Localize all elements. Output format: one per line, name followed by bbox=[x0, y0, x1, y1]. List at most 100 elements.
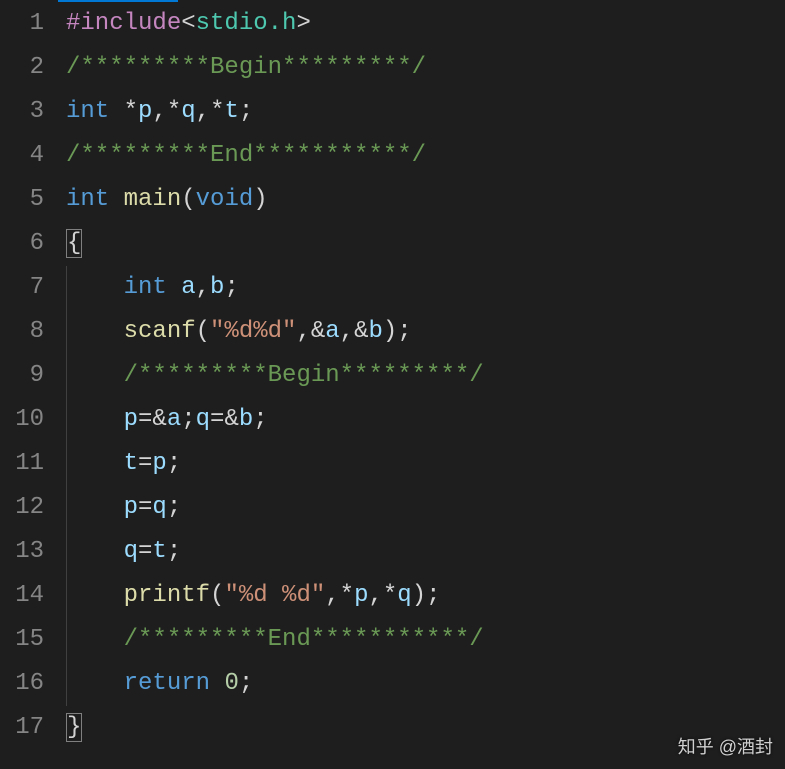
token: & bbox=[311, 318, 325, 345]
line-number: 6 bbox=[0, 222, 66, 266]
token: { bbox=[66, 229, 82, 258]
token: ; bbox=[239, 98, 253, 125]
token: , bbox=[325, 582, 339, 609]
token: /*********Begin*********/ bbox=[124, 362, 484, 389]
token: * bbox=[383, 582, 397, 609]
line-number: 1 bbox=[0, 2, 66, 46]
line-number: 9 bbox=[0, 354, 66, 398]
token: ; bbox=[167, 538, 181, 565]
indent bbox=[66, 274, 124, 301]
code-line[interactable]: 5int main(void) bbox=[0, 178, 785, 222]
indent-guide bbox=[66, 662, 67, 706]
code-line[interactable]: 7 int a,b; bbox=[0, 266, 785, 310]
code-line[interactable]: 9 /*********Begin*********/ bbox=[0, 354, 785, 398]
token: /*********End***********/ bbox=[66, 142, 426, 169]
code-editor[interactable]: 1#include<stdio.h>2/*********Begin******… bbox=[0, 2, 785, 750]
line-number: 16 bbox=[0, 662, 66, 706]
indent-guide bbox=[66, 310, 67, 354]
code-line[interactable]: 17} bbox=[0, 706, 785, 750]
token: ) bbox=[253, 186, 267, 213]
token: /*********End***********/ bbox=[124, 626, 484, 653]
code-line[interactable]: 10 p=&a;q=&b; bbox=[0, 398, 785, 442]
code-content[interactable]: p=q; bbox=[66, 486, 785, 530]
code-line[interactable]: 15 /*********End***********/ bbox=[0, 618, 785, 662]
token: p bbox=[138, 98, 152, 125]
code-line[interactable]: 2/*********Begin*********/ bbox=[0, 46, 785, 90]
code-content[interactable]: #include<stdio.h> bbox=[66, 2, 785, 46]
token: q bbox=[181, 98, 195, 125]
indent bbox=[66, 450, 124, 477]
token: * bbox=[210, 98, 224, 125]
token: t bbox=[124, 450, 138, 477]
token: & bbox=[354, 318, 368, 345]
indent bbox=[66, 362, 124, 389]
code-content[interactable]: scanf("%d%d",&a,&b); bbox=[66, 310, 785, 354]
code-line[interactable]: 1#include<stdio.h> bbox=[0, 2, 785, 46]
code-content[interactable]: int *p,*q,*t; bbox=[66, 90, 785, 134]
code-line[interactable]: 11 t=p; bbox=[0, 442, 785, 486]
code-line[interactable]: 3int *p,*q,*t; bbox=[0, 90, 785, 134]
token: , bbox=[196, 274, 210, 301]
code-content[interactable]: printf("%d %d",*p,*q); bbox=[66, 574, 785, 618]
code-content[interactable]: return 0; bbox=[66, 662, 785, 706]
code-content[interactable]: t=p; bbox=[66, 442, 785, 486]
code-line[interactable]: 13 q=t; bbox=[0, 530, 785, 574]
code-line[interactable]: 16 return 0; bbox=[0, 662, 785, 706]
line-number: 17 bbox=[0, 706, 66, 750]
token: a bbox=[325, 318, 339, 345]
token: = bbox=[210, 406, 224, 433]
token: p bbox=[124, 406, 138, 433]
line-number: 2 bbox=[0, 46, 66, 90]
token: p bbox=[354, 582, 368, 609]
code-content[interactable]: /*********Begin*********/ bbox=[66, 46, 785, 90]
code-line[interactable]: 8 scanf("%d%d",&a,&b); bbox=[0, 310, 785, 354]
token: main bbox=[124, 186, 182, 213]
code-content[interactable]: /*********End***********/ bbox=[66, 618, 785, 662]
code-content[interactable]: /*********End***********/ bbox=[66, 134, 785, 178]
token: ); bbox=[412, 582, 441, 609]
token bbox=[210, 670, 224, 697]
token: #include bbox=[66, 10, 181, 37]
code-content[interactable]: /*********Begin*********/ bbox=[66, 354, 785, 398]
token: scanf bbox=[124, 318, 196, 345]
token: = bbox=[138, 450, 152, 477]
code-line[interactable]: 12 p=q; bbox=[0, 486, 785, 530]
line-number: 13 bbox=[0, 530, 66, 574]
token: a bbox=[167, 406, 181, 433]
line-number: 11 bbox=[0, 442, 66, 486]
token: int bbox=[124, 274, 167, 301]
token bbox=[109, 186, 123, 213]
code-content[interactable]: int a,b; bbox=[66, 266, 785, 310]
code-content[interactable]: p=&a;q=&b; bbox=[66, 398, 785, 442]
indent bbox=[66, 318, 124, 345]
indent bbox=[66, 582, 124, 609]
code-line[interactable]: 14 printf("%d %d",*p,*q); bbox=[0, 574, 785, 618]
indent-guide bbox=[66, 486, 67, 530]
token: q bbox=[152, 494, 166, 521]
token: q bbox=[397, 582, 411, 609]
token: q bbox=[196, 406, 210, 433]
indent-guide bbox=[66, 530, 67, 574]
code-content[interactable]: int main(void) bbox=[66, 178, 785, 222]
token: = bbox=[138, 494, 152, 521]
line-number: 15 bbox=[0, 618, 66, 662]
token: void bbox=[196, 186, 254, 213]
indent-guide bbox=[66, 266, 67, 310]
token: * bbox=[340, 582, 354, 609]
token: ; bbox=[224, 274, 238, 301]
code-content[interactable]: { bbox=[66, 222, 785, 266]
token: ; bbox=[253, 406, 267, 433]
line-number: 10 bbox=[0, 398, 66, 442]
line-number: 8 bbox=[0, 310, 66, 354]
code-line[interactable]: 4/*********End***********/ bbox=[0, 134, 785, 178]
line-number: 7 bbox=[0, 266, 66, 310]
token: q bbox=[124, 538, 138, 565]
token: ( bbox=[210, 582, 224, 609]
token: = bbox=[138, 538, 152, 565]
code-content[interactable]: q=t; bbox=[66, 530, 785, 574]
token: ( bbox=[181, 186, 195, 213]
token: "%d %d" bbox=[224, 582, 325, 609]
indent bbox=[66, 538, 124, 565]
code-line[interactable]: 6{ bbox=[0, 222, 785, 266]
token: & bbox=[152, 406, 166, 433]
